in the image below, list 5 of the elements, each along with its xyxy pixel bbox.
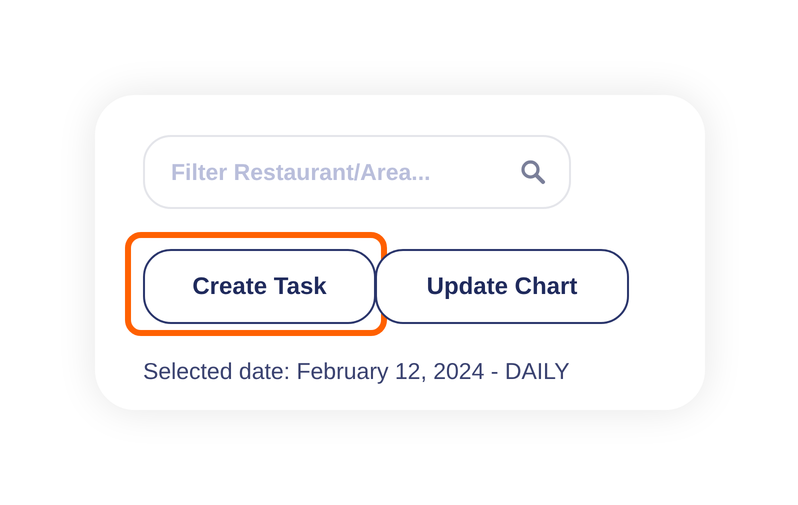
chart-button[interactable]: Update Chart (375, 249, 629, 324)
selected-date-text: Selected date: February 12, 2024 - DAILY (143, 358, 571, 385)
search-icon[interactable] (519, 158, 547, 186)
task-button[interactable]: Create Task (143, 249, 376, 324)
search-field[interactable]: Filter Restaurant/Area... (143, 135, 571, 209)
